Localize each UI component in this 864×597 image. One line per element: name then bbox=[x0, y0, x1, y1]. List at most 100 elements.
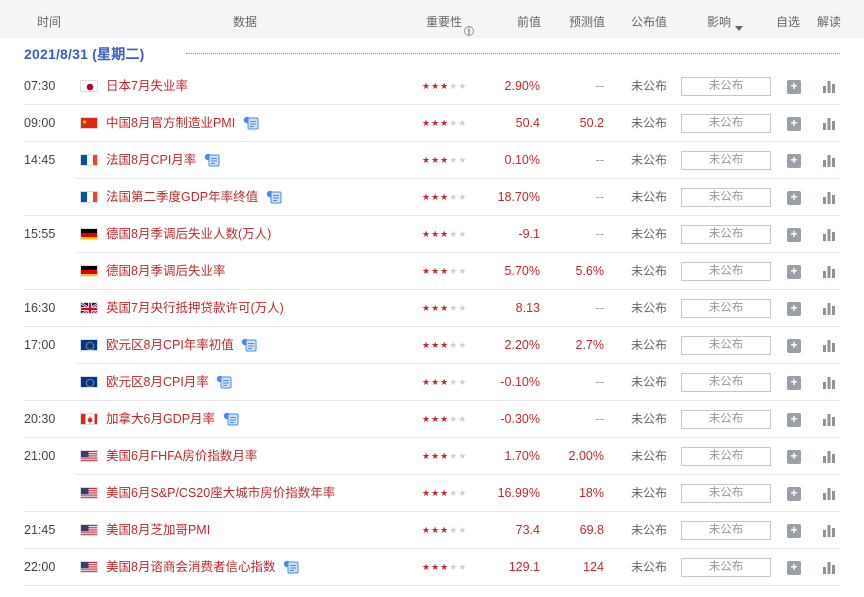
impact-indicator: 未公布 bbox=[681, 521, 771, 540]
impact-filter-dropdown[interactable]: 影响 bbox=[707, 13, 744, 31]
importance-stars: ★★★★★ bbox=[422, 438, 467, 475]
forecast-value: 124 bbox=[583, 560, 604, 574]
add-favorite-button[interactable]: + bbox=[787, 80, 801, 94]
table-row: 07:30 日本7月失业率 ★★★★★ 2.90% -- 未公布 未公布 + bbox=[0, 68, 864, 105]
event-name-link[interactable]: 德国8月季调后失业率 bbox=[106, 253, 225, 290]
report-icon[interactable] bbox=[243, 116, 259, 130]
bar-chart-icon[interactable] bbox=[822, 116, 836, 130]
star-icon: ★ bbox=[440, 377, 450, 387]
table-row: 20:30 加拿大6月GDP月率 ★★★★★ -0.30% -- 未公布 未公布 + bbox=[0, 401, 864, 438]
report-icon[interactable] bbox=[204, 153, 220, 167]
info-icon[interactable]: i bbox=[464, 25, 475, 37]
bar-chart-icon[interactable] bbox=[822, 560, 836, 574]
report-icon[interactable] bbox=[283, 560, 299, 574]
flag-de-icon bbox=[80, 265, 98, 277]
importance-stars: ★★★★★ bbox=[422, 142, 467, 179]
importance-stars: ★★★★★ bbox=[422, 179, 467, 216]
event-name-link[interactable]: 法国第二季度GDP年率终值 bbox=[106, 179, 258, 216]
star-icon: ★ bbox=[431, 266, 441, 276]
forecast-value: 2.7% bbox=[575, 338, 605, 352]
star-icon: ★ bbox=[422, 192, 432, 202]
event-name-link[interactable]: 美国8月芝加哥PMI bbox=[106, 512, 210, 549]
forecast-value: 50.2 bbox=[579, 116, 604, 130]
event-name-link[interactable]: 欧元区8月CPI月率 bbox=[106, 364, 209, 401]
add-favorite-button[interactable]: + bbox=[787, 487, 801, 501]
add-favorite-button[interactable]: + bbox=[787, 265, 801, 279]
add-favorite-button[interactable]: + bbox=[787, 191, 801, 205]
previous-value: 8.13 bbox=[515, 301, 540, 315]
importance-stars: ★★★★★ bbox=[422, 253, 467, 290]
event-name-link[interactable]: 美国6月FHFA房价指数月率 bbox=[106, 438, 257, 475]
add-favorite-button[interactable]: + bbox=[787, 302, 801, 316]
flag-de-icon bbox=[80, 228, 98, 240]
bar-chart-icon[interactable] bbox=[822, 153, 836, 167]
event-name-link[interactable]: 中国8月官方制造业PMI bbox=[106, 105, 235, 142]
add-favorite-button[interactable]: + bbox=[787, 524, 801, 538]
forecast-value: 18% bbox=[578, 486, 604, 500]
star-icon: ★ bbox=[440, 192, 450, 202]
previous-value: 73.4 bbox=[515, 523, 540, 537]
add-favorite-button[interactable]: + bbox=[787, 228, 801, 242]
star-icon: ★ bbox=[422, 414, 432, 424]
impact-indicator: 未公布 bbox=[681, 299, 771, 318]
actual-status: 未公布 bbox=[631, 412, 668, 426]
table-row: 德国8月季调后失业率 ★★★★★ 5.70% 5.6% 未公布 未公布 + bbox=[0, 253, 864, 290]
star-icon: ★ bbox=[440, 229, 450, 239]
bar-chart-icon[interactable] bbox=[822, 227, 836, 241]
event-name-link[interactable]: 欧元区8月CPI年率初值 bbox=[106, 327, 234, 364]
star-icon: ★ bbox=[458, 118, 468, 128]
forecast-value: 2.00% bbox=[568, 449, 604, 463]
star-icon: ★ bbox=[431, 377, 441, 387]
report-icon[interactable] bbox=[266, 190, 282, 204]
add-favorite-button[interactable]: + bbox=[787, 450, 801, 464]
flag-ca-icon bbox=[80, 413, 98, 425]
star-icon: ★ bbox=[449, 562, 459, 572]
bar-chart-icon[interactable] bbox=[822, 523, 836, 537]
event-name-link[interactable]: 日本7月失业率 bbox=[106, 68, 188, 105]
bar-chart-icon[interactable] bbox=[822, 486, 836, 500]
event-name-link[interactable]: 美国6月S&P/CS20座大城市房价指数年率 bbox=[106, 475, 335, 512]
table-header: 时间 数据 重要性 i 前值 预测值 公布值 影响 自选 解读 bbox=[0, 0, 864, 38]
event-name-link[interactable]: 英国7月央行抵押贷款许可(万人) bbox=[106, 290, 284, 327]
bar-chart-icon[interactable] bbox=[822, 264, 836, 278]
add-favorite-button[interactable]: + bbox=[787, 154, 801, 168]
table-row: 21:45 美国8月芝加哥PMI ★★★★★ 73.4 69.8 未公布 未公布 + bbox=[0, 512, 864, 549]
star-icon: ★ bbox=[422, 303, 432, 313]
previous-value: 2.90% bbox=[504, 79, 540, 93]
add-favorite-button[interactable]: + bbox=[787, 413, 801, 427]
header-importance: 重要性 i bbox=[426, 13, 475, 37]
flag-cn-icon bbox=[80, 117, 98, 129]
header-previous: 前值 bbox=[517, 15, 542, 29]
report-icon[interactable] bbox=[216, 375, 232, 389]
flag-fr-icon bbox=[80, 191, 98, 203]
bar-chart-icon[interactable] bbox=[822, 412, 836, 426]
event-name-link[interactable]: 美国8月谘商会消费者信心指数 bbox=[106, 549, 275, 586]
star-icon: ★ bbox=[449, 229, 459, 239]
event-time: 21:45 bbox=[24, 523, 56, 537]
add-favorite-button[interactable]: + bbox=[787, 339, 801, 353]
table-row: 09:00 中国8月官方制造业PMI ★★★★★ 50.4 50.2 未公布 未公布 + bbox=[0, 105, 864, 142]
report-icon[interactable] bbox=[241, 338, 257, 352]
add-favorite-button[interactable]: + bbox=[787, 561, 801, 575]
event-time bbox=[24, 179, 70, 216]
bar-chart-icon[interactable] bbox=[822, 449, 836, 463]
bar-chart-icon[interactable] bbox=[822, 190, 836, 204]
bar-chart-icon[interactable] bbox=[822, 338, 836, 352]
event-name-link[interactable]: 法国8月CPI月率 bbox=[106, 142, 196, 179]
bar-chart-icon[interactable] bbox=[822, 301, 836, 315]
bar-chart-icon[interactable] bbox=[822, 79, 836, 93]
event-time: 16:30 bbox=[24, 301, 56, 315]
forecast-value: -- bbox=[595, 153, 604, 167]
actual-status: 未公布 bbox=[631, 264, 668, 278]
bar-chart-icon[interactable] bbox=[822, 375, 836, 389]
report-icon[interactable] bbox=[223, 412, 239, 426]
forecast-value: 5.6% bbox=[575, 264, 605, 278]
star-icon: ★ bbox=[449, 451, 459, 461]
event-name-link[interactable]: 加拿大6月GDP月率 bbox=[106, 401, 215, 438]
star-icon: ★ bbox=[440, 266, 450, 276]
star-icon: ★ bbox=[449, 525, 459, 535]
actual-status: 未公布 bbox=[631, 449, 668, 463]
add-favorite-button[interactable]: + bbox=[787, 117, 801, 131]
event-name-link[interactable]: 德国8月季调后失业人数(万人) bbox=[106, 216, 271, 253]
add-favorite-button[interactable]: + bbox=[787, 376, 801, 390]
